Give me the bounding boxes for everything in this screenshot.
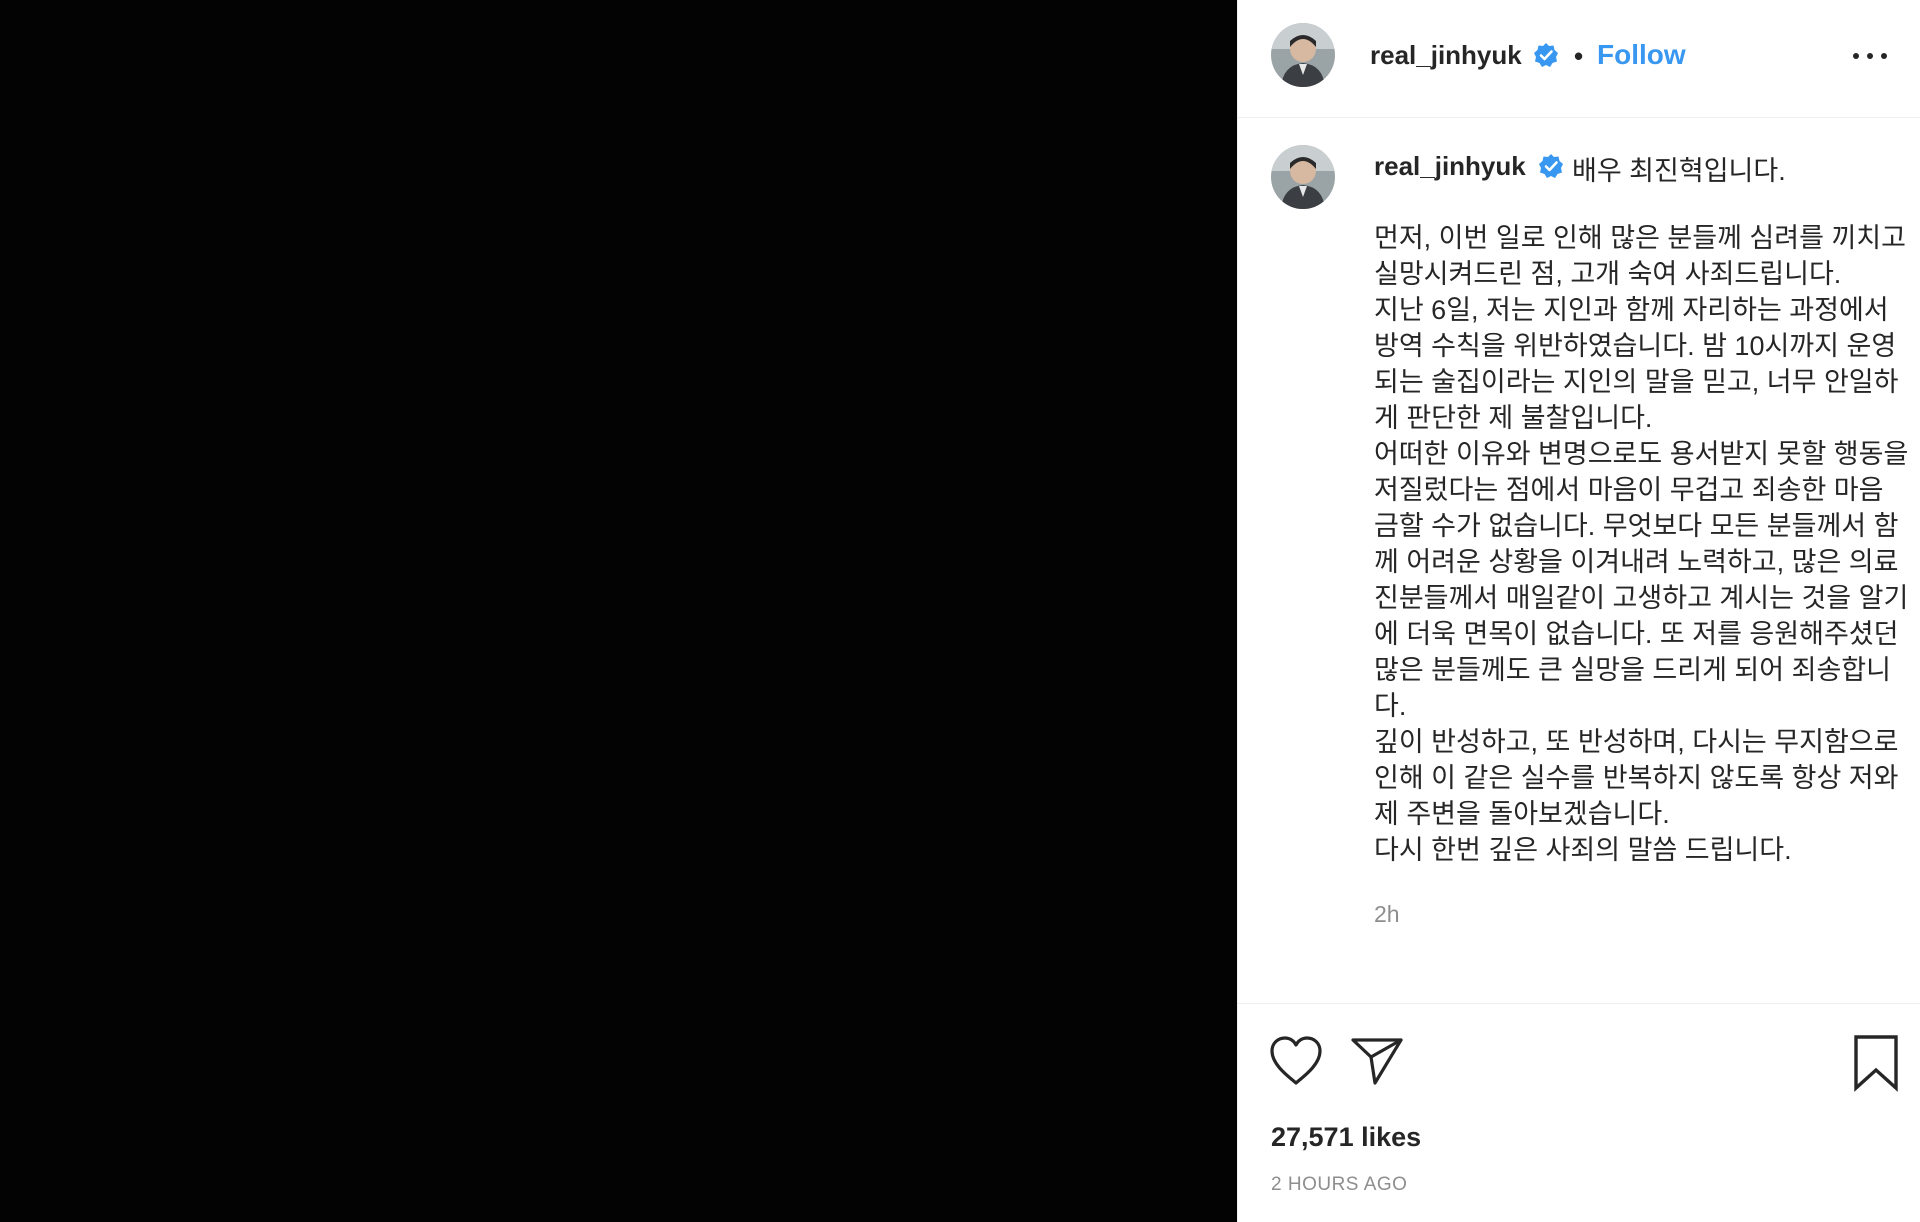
- caption-first-line: 배우 최진혁입니다.: [1572, 156, 1786, 186]
- bookmark-icon[interactable]: [1851, 1034, 1901, 1092]
- instagram-post: real_jinhyuk • Follow real_jinhyuk 배우 최진…: [0, 0, 1920, 1222]
- caption-section: real_jinhyuk 배우 최진혁입니다. 먼저, 이번 일로 인해 많은 …: [1238, 118, 1920, 1003]
- verified-badge-icon: [1538, 153, 1564, 179]
- caption-text: 먼저, 이번 일로 인해 많은 분들께 심려를 끼치고 실망시켜드린 점, 고개…: [1374, 223, 1909, 865]
- verified-badge-icon: [1533, 42, 1559, 68]
- heart-icon[interactable]: [1268, 1034, 1324, 1088]
- more-options-icon[interactable]: [1850, 44, 1890, 68]
- post-timestamp[interactable]: 2 HOURS AGO: [1271, 1174, 1407, 1196]
- avatar[interactable]: [1271, 23, 1335, 87]
- caption-avatar[interactable]: [1271, 145, 1335, 209]
- separator-dot: •: [1574, 41, 1584, 71]
- post-image[interactable]: [0, 0, 1237, 1222]
- likes-count[interactable]: 27,571 likes: [1271, 1122, 1421, 1153]
- action-bar: 27,571 likes 2 HOURS AGO: [1238, 1003, 1920, 1222]
- caption-timestamp[interactable]: 2h: [1374, 901, 1400, 928]
- follow-button[interactable]: Follow: [1597, 39, 1686, 71]
- caption-username-link[interactable]: real_jinhyuk: [1374, 151, 1526, 182]
- post-header: real_jinhyuk • Follow: [1238, 0, 1920, 118]
- username-link[interactable]: real_jinhyuk: [1370, 40, 1522, 71]
- post-sidebar: real_jinhyuk • Follow real_jinhyuk 배우 최진…: [1237, 0, 1920, 1222]
- paper-plane-icon[interactable]: [1350, 1036, 1404, 1086]
